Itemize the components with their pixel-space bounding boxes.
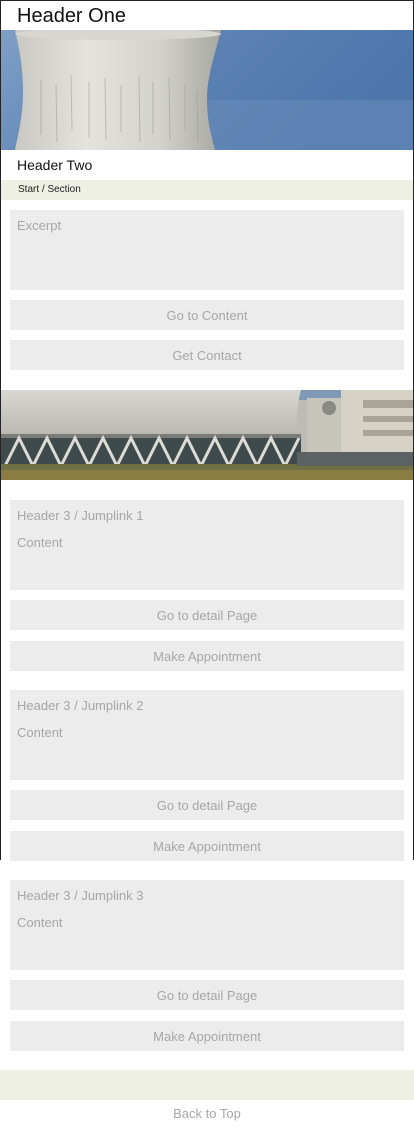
section-2-appointment-button[interactable]: Make Appointment	[10, 831, 404, 861]
section-2-card: Header 3 / Jumplink 2 Content	[10, 690, 404, 780]
section-3-card: Header 3 / Jumplink 3 Content	[10, 880, 404, 970]
footer-bar	[0, 1070, 414, 1100]
page-subtitle: Header Two	[17, 157, 93, 173]
section-2-title[interactable]: Header 3 / Jumplink 2	[17, 698, 143, 714]
section-1-detail-button[interactable]: Go to detail Page	[10, 600, 404, 630]
section-image	[1, 390, 413, 480]
breadcrumb[interactable]: Start / Section	[18, 184, 81, 196]
go-to-content-button[interactable]: Go to Content	[10, 300, 404, 330]
section-3-appointment-button[interactable]: Make Appointment	[10, 1021, 404, 1051]
breadcrumb-bar: Start / Section	[1, 180, 413, 200]
page-title: Header One	[17, 5, 126, 27]
section-2-detail-button[interactable]: Go to detail Page	[10, 790, 404, 820]
frame-top-border	[0, 0, 414, 1]
back-to-top-link[interactable]: Back to Top	[0, 1106, 414, 1122]
section-2-content: Content	[17, 725, 63, 740]
section-3-content: Content	[17, 915, 63, 930]
get-contact-button[interactable]: Get Contact	[10, 340, 404, 370]
page: Header One Header Two Start / Section Ex…	[0, 0, 414, 1130]
section-1-card: Header 3 / Jumplink 1 Content	[10, 500, 404, 590]
section-1-title[interactable]: Header 3 / Jumplink 1	[17, 508, 143, 524]
excerpt-box: Excerpt	[10, 210, 404, 290]
hero-image	[1, 30, 413, 150]
section-3-title[interactable]: Header 3 / Jumplink 3	[17, 888, 143, 904]
section-3-detail-button[interactable]: Go to detail Page	[10, 980, 404, 1010]
section-1-appointment-button[interactable]: Make Appointment	[10, 641, 404, 671]
section-1-content: Content	[17, 535, 63, 550]
excerpt-text: Excerpt	[17, 218, 62, 233]
